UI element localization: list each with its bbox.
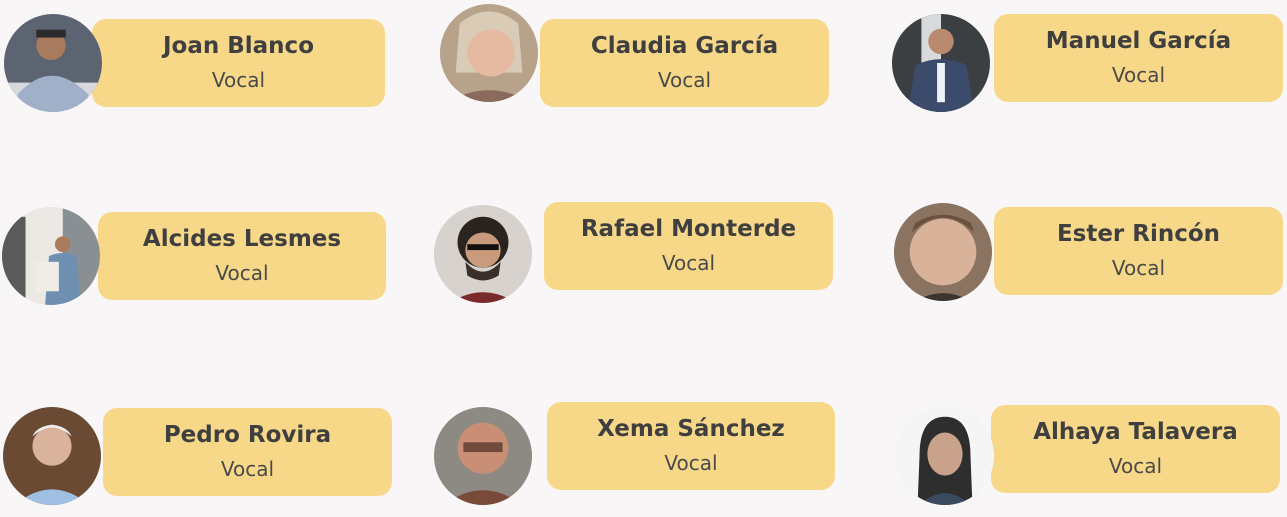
portrait-photo-image [434,407,532,505]
portrait-photo [892,14,990,112]
member-card: Rafael Monterde Vocal [544,202,833,290]
member-role: Vocal [211,68,266,92]
member-role: Vocal [220,457,275,481]
portrait-photo [4,14,102,112]
member-name: Xema Sánchez [597,416,785,442]
portrait-photo [440,4,538,102]
portrait-photo [434,407,532,505]
member-card: Claudia García Vocal [540,19,829,107]
member-role: Vocal [664,451,718,475]
member-role: Vocal [1108,454,1163,478]
member-card: Pedro Rovira Vocal [103,408,392,496]
member-role: Vocal [661,251,716,275]
portrait-photo-image [892,14,990,112]
member-card: Alhaya Talavera Vocal [991,405,1280,493]
portrait-photo-image [2,207,100,305]
portrait-photo-image [440,4,538,102]
portrait-photo-image [434,205,532,303]
member-card: Manuel García Vocal [994,14,1283,102]
member-card: Alcides Lesmes Vocal [98,212,386,300]
member-card: Ester Rincón Vocal [994,207,1283,295]
member-name: Rafael Monterde [580,216,797,242]
portrait-photo-image [894,203,992,301]
member-name: Manuel García [1045,28,1232,54]
portrait-photo [894,203,992,301]
portrait-photo-image [896,407,994,505]
portrait-photo-image [3,407,101,505]
member-name: Pedro Rovira [163,422,332,448]
member-role: Vocal [215,261,269,285]
member-role: Vocal [1111,256,1166,280]
member-name: Alcides Lesmes [142,226,342,252]
member-name: Ester Rincón [1056,221,1221,247]
portrait-photo [434,205,532,303]
member-card: Xema Sánchez Vocal [547,402,835,490]
member-name: Alhaya Talavera [1033,419,1238,445]
member-role: Vocal [657,68,712,92]
portrait-photo [3,407,101,505]
member-role: Vocal [1111,63,1166,87]
portrait-photo-image [4,14,102,112]
portrait-photo [2,207,100,305]
member-name: Joan Blanco [162,33,314,59]
member-name: Claudia García [590,33,779,59]
member-card: Joan Blanco Vocal [92,19,385,107]
portrait-photo [896,407,994,505]
